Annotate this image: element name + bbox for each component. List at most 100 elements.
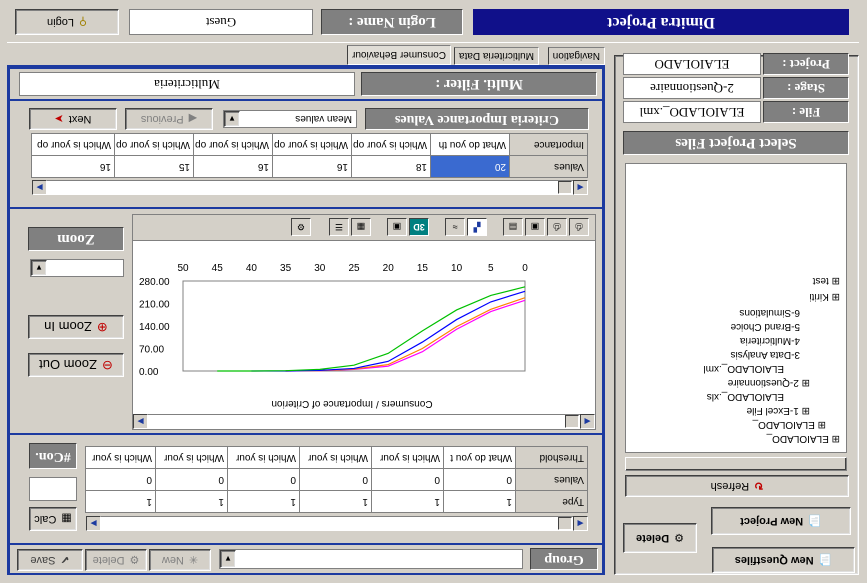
line-chart-icon[interactable]: ≈: [445, 218, 465, 236]
table-cell[interactable]: What do you th: [430, 133, 510, 156]
table-cell[interactable]: 15: [114, 155, 194, 178]
login-name-field[interactable]: Guest: [129, 9, 313, 35]
export-icon[interactable]: ▣: [525, 218, 545, 236]
table-cell[interactable]: 20: [430, 155, 510, 178]
properties-icon[interactable]: ▤: [503, 218, 523, 236]
table-cell[interactable]: Which is your op: [351, 133, 431, 156]
scroll-thumb[interactable]: [558, 181, 572, 194]
tree-node[interactable]: 3-Data Analysis: [731, 349, 800, 360]
table-cell[interactable]: 0: [443, 468, 516, 491]
tree-node[interactable]: ⊞ Kiriti: [809, 291, 840, 302]
tab-multicriteria-data[interactable]: Multicriteria Data: [453, 47, 539, 65]
table-cell[interactable]: 1: [155, 490, 228, 513]
zoom-button[interactable]: Zoom: [28, 227, 124, 251]
data-grid-icon[interactable]: ▦: [351, 218, 371, 236]
scroll-right-icon[interactable]: ▶: [133, 414, 148, 429]
save-group-button[interactable]: ✔ Save: [17, 549, 83, 571]
tree-node[interactable]: ⊞ test: [813, 275, 840, 286]
expand-icon[interactable]: ⊞: [832, 291, 840, 302]
tree-node-root[interactable]: ⊞ ELAIOLADO_: [767, 433, 840, 444]
delete-project-button[interactable]: ⚙ Delete: [623, 523, 697, 553]
tree-node[interactable]: ⊞ 2-Questionnaire: [728, 377, 810, 388]
scroll-right-icon[interactable]: ▶: [86, 516, 101, 531]
table-cell[interactable]: Which is your: [371, 446, 444, 469]
chevron-down-icon[interactable]: ▼: [224, 111, 240, 127]
table-cell[interactable]: Which is your: [227, 446, 300, 469]
chevron-down-icon[interactable]: ▼: [220, 550, 236, 568]
tree-node[interactable]: 4-Multicriteria: [740, 335, 800, 346]
project-field[interactable]: ELAIOLADO: [623, 53, 761, 75]
table-cell[interactable]: Which is your: [85, 446, 156, 469]
scroll-right-icon[interactable]: ▶: [32, 180, 47, 195]
tree-node[interactable]: ELAIOLADO_.xml: [703, 363, 784, 374]
zoom-in-button[interactable]: ⊕ Zoom In: [28, 315, 124, 339]
new-questfiles-button[interactable]: 📄 New Questfiles: [712, 547, 855, 573]
table-cell[interactable]: What do you t: [443, 446, 516, 469]
copy-icon[interactable]: ⎙: [547, 218, 567, 236]
stage-field[interactable]: 2-Questionnaire: [623, 77, 761, 99]
multi-filter-field[interactable]: Multicriteria: [19, 72, 355, 96]
table-cell[interactable]: 0: [299, 468, 372, 491]
table-cell[interactable]: 16: [272, 155, 352, 178]
table-cell[interactable]: 18: [351, 155, 431, 178]
table-cell[interactable]: 16: [31, 155, 115, 178]
scroll-thumb[interactable]: [558, 517, 572, 530]
new-group-button[interactable]: ✳ New: [149, 549, 211, 571]
new-project-button[interactable]: 📄 New Project: [711, 507, 851, 535]
palette-icon[interactable]: ▣: [387, 218, 407, 236]
criteria-scrollbar[interactable]: ◀ ▶: [86, 516, 588, 531]
table-cell[interactable]: Which is your: [299, 446, 372, 469]
tree-node[interactable]: ⊞ ELAIOLADO_: [753, 419, 826, 430]
bar-chart-icon[interactable]: ▞: [467, 218, 487, 236]
expand-icon[interactable]: ⊞: [832, 433, 840, 444]
zoom-out-button[interactable]: ⊖ Zoom Out: [28, 353, 124, 377]
importance-table[interactable]: Values 20 18 16 16 15 16 Importance What…: [31, 133, 588, 178]
table-cell[interactable]: 1: [371, 490, 444, 513]
tool-icon[interactable]: ⚙: [291, 218, 311, 236]
scroll-left-icon[interactable]: ◀: [573, 516, 588, 531]
refresh-button[interactable]: ↻ Refresh: [625, 475, 849, 497]
tree-node[interactable]: 6-Simulations: [739, 307, 800, 318]
calc-button[interactable]: ▦ Calc: [29, 507, 77, 531]
table-cell[interactable]: Which is your op: [272, 133, 352, 156]
expand-icon[interactable]: ⊞: [802, 377, 810, 388]
list-icon[interactable]: ☰: [329, 218, 349, 236]
project-tree[interactable]: ⊞ ELAIOLADO_ ⊞ ELAIOLADO_ ⊞ 1-Excel File…: [625, 163, 847, 453]
table-cell[interactable]: 1: [85, 490, 156, 513]
scroll-left-icon[interactable]: ◀: [580, 414, 595, 429]
tree-node[interactable]: ⊞ 1-Excel File: [747, 405, 810, 416]
file-field[interactable]: ELAIOLADO_.xml: [623, 101, 761, 123]
delete-group-button[interactable]: ⚙ Delete: [85, 549, 147, 571]
importance-scrollbar[interactable]: ◀ ▶: [32, 180, 588, 195]
criteria-table[interactable]: Type 1 1 1 1 1 1 Values 0 0 0 0 0 0 Thre…: [85, 446, 588, 513]
expand-icon[interactable]: ⊞: [802, 405, 810, 416]
calc-field[interactable]: [29, 477, 77, 501]
table-cell[interactable]: Which is your op: [114, 133, 194, 156]
group-dropdown[interactable]: ▼: [219, 549, 523, 569]
tab-consumer-behaviour[interactable]: Consumer Behaviour: [347, 45, 451, 65]
chart-scrollbar[interactable]: ◀ ▶: [133, 414, 595, 429]
table-cell[interactable]: 0: [371, 468, 444, 491]
next-button[interactable]: Next ➤: [29, 108, 117, 130]
table-cell[interactable]: 0: [85, 468, 156, 491]
login-button[interactable]: ⚲ Login: [15, 9, 119, 35]
table-cell[interactable]: Which is your op: [193, 133, 273, 156]
table-cell[interactable]: 1: [299, 490, 372, 513]
previous-button[interactable]: ◀ Previous: [125, 108, 213, 130]
table-cell[interactable]: 16: [193, 155, 273, 178]
expand-icon[interactable]: ⊞: [818, 419, 826, 430]
table-cell[interactable]: 0: [227, 468, 300, 491]
chevron-down-icon[interactable]: ▼: [31, 260, 47, 276]
tree-node[interactable]: 5-Brand Choice: [731, 321, 800, 332]
table-cell[interactable]: 0: [155, 468, 228, 491]
tab-navigation[interactable]: Navigation: [547, 47, 605, 65]
scroll-thumb[interactable]: [565, 415, 579, 428]
scroll-left-icon[interactable]: ◀: [573, 180, 588, 195]
zoom-dropdown[interactable]: ▼: [30, 259, 124, 277]
table-cell[interactable]: Which is your op: [31, 133, 115, 156]
table-cell[interactable]: Which is your: [155, 446, 228, 469]
table-cell[interactable]: 1: [227, 490, 300, 513]
table-cell[interactable]: 1: [443, 490, 516, 513]
3d-icon[interactable]: 3D: [409, 218, 429, 236]
expand-icon[interactable]: ⊞: [832, 275, 840, 286]
